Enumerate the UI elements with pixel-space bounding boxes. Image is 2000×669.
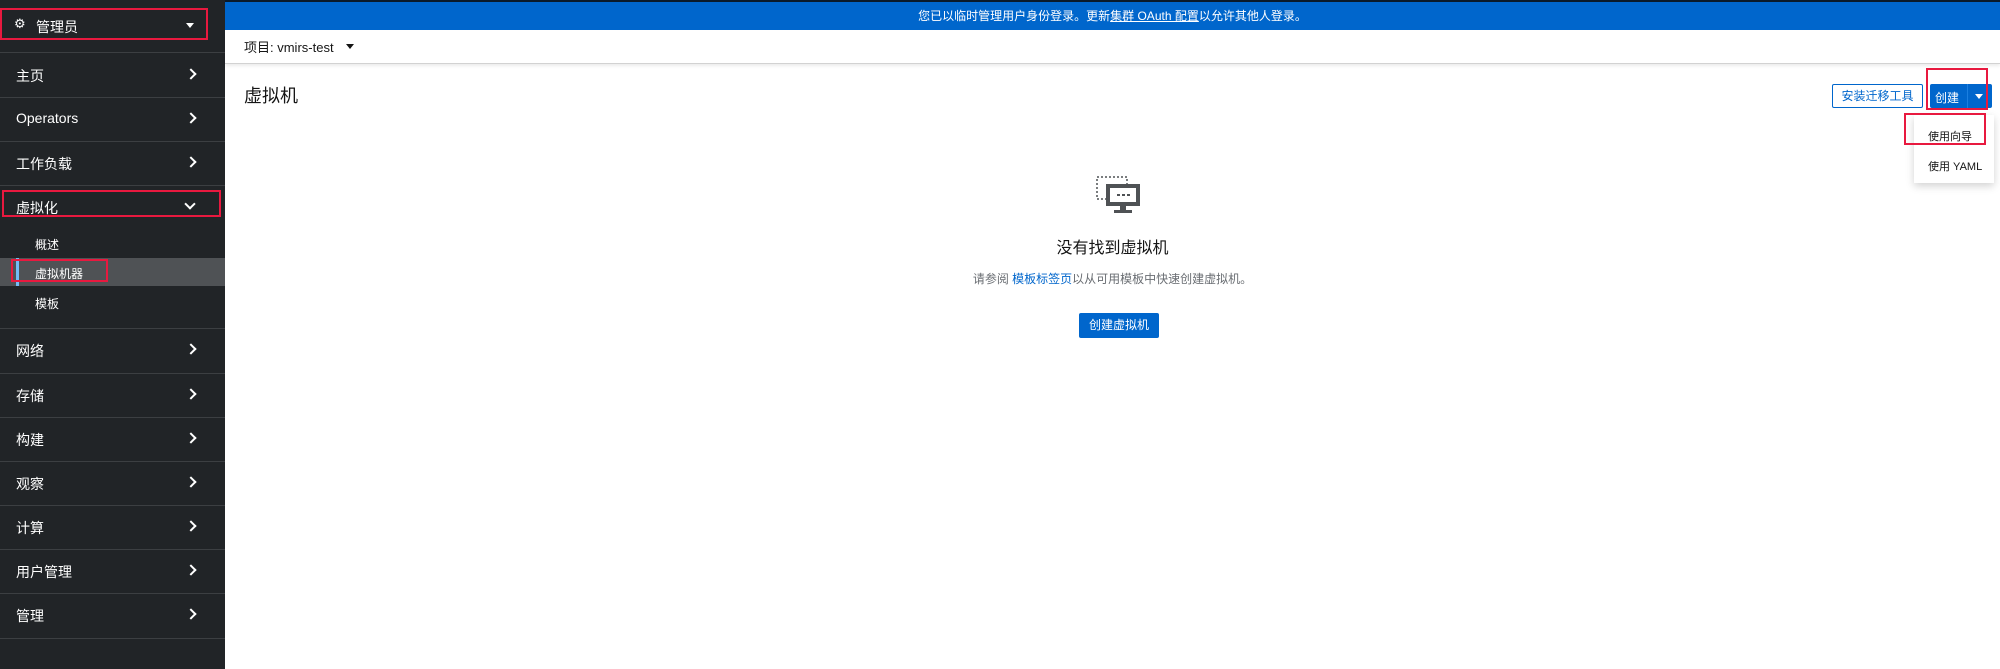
caret-down-icon bbox=[186, 23, 194, 28]
sidebar-item-label: 网络 bbox=[16, 343, 44, 359]
sidebar-item-label: 计算 bbox=[16, 520, 44, 536]
banner-text: 您已以临时管理用户身份登录。更新 bbox=[918, 9, 1111, 23]
sidebar-item-administration[interactable]: 管理 bbox=[0, 593, 225, 637]
banner-text-end: 以允许其他人登录。 bbox=[1198, 9, 1307, 23]
sidebar-item-builds[interactable]: 构建 bbox=[0, 417, 225, 461]
sidebar-subitem-templates[interactable]: 模板 bbox=[0, 288, 225, 316]
chevron-right-icon bbox=[185, 520, 197, 532]
create-button-label: 创建 bbox=[1935, 91, 1960, 105]
empty-state-title: 没有找到虚拟机 bbox=[1056, 240, 1169, 257]
project-bar: 项目: vmirs-test bbox=[225, 30, 2000, 64]
sidebar: ⚙ 管理员 主页 Operators 工作负载 虚拟化 概述 虚拟机器 模板 网… bbox=[0, 0, 225, 669]
chevron-right-icon bbox=[185, 68, 197, 80]
sidebar-item-label: 构建 bbox=[16, 432, 44, 448]
caret-down-icon[interactable] bbox=[346, 44, 354, 49]
oauth-config-link[interactable]: 集群 OAuth 配置 bbox=[1110, 9, 1199, 23]
sidebar-item-home[interactable]: 主页 bbox=[0, 53, 225, 97]
chevron-right-icon bbox=[185, 112, 197, 124]
sidebar-item-label: 用户管理 bbox=[16, 564, 72, 580]
create-dropdown-menu: 使用向导 使用 YAML bbox=[1914, 115, 1994, 183]
chevron-right-icon bbox=[185, 388, 197, 400]
divider bbox=[1967, 84, 1968, 108]
chevron-right-icon bbox=[185, 564, 197, 576]
sidebar-item-user-management[interactable]: 用户管理 bbox=[0, 549, 225, 593]
chevron-right-icon bbox=[185, 432, 197, 444]
empty-state-text: 请参阅 bbox=[972, 272, 1013, 286]
sidebar-item-workloads[interactable]: 工作负载 bbox=[0, 141, 225, 185]
cluster-banner: 您已以临时管理用户身份登录。更新集群 OAuth 配置以允许其他人登录。 bbox=[225, 0, 2000, 30]
sidebar-item-operators[interactable]: Operators bbox=[0, 97, 225, 141]
create-button[interactable]: 创建 bbox=[1930, 84, 1992, 108]
sidebar-item-virtualization[interactable]: 虚拟化 bbox=[0, 185, 225, 229]
sidebar-item-label: 虚拟化 bbox=[16, 200, 58, 216]
sidebar-subitem-label: 模板 bbox=[35, 297, 60, 311]
empty-state-text-end: 以从可用模板中快速创建虚拟机。 bbox=[1072, 272, 1253, 286]
divider bbox=[0, 638, 225, 639]
sidebar-item-compute[interactable]: 计算 bbox=[0, 505, 225, 549]
chevron-right-icon bbox=[185, 156, 197, 168]
sidebar-item-label: 存储 bbox=[16, 388, 44, 404]
chevron-right-icon bbox=[185, 476, 197, 488]
templates-tab-link[interactable]: 模板标签页 bbox=[1012, 272, 1072, 286]
perspective-label: 管理员 bbox=[36, 19, 78, 35]
sidebar-item-label: 工作负载 bbox=[16, 156, 72, 172]
perspective-switcher[interactable]: ⚙ 管理员 bbox=[0, 8, 208, 40]
install-migration-toolkit-button[interactable]: 安装迁移工具 bbox=[1832, 84, 1923, 108]
create-virtual-machine-button[interactable]: 创建虚拟机 bbox=[1079, 313, 1159, 338]
app: ⚙ 管理员 主页 Operators 工作负载 虚拟化 概述 虚拟机器 模板 网… bbox=[0, 0, 2000, 669]
sidebar-item-observe[interactable]: 观察 bbox=[0, 461, 225, 505]
menu-item-with-wizard[interactable]: 使用向导 bbox=[1914, 121, 1994, 147]
sidebar-item-networking[interactable]: 网络 bbox=[0, 328, 225, 372]
chevron-right-icon bbox=[185, 343, 197, 355]
sidebar-item-label: 观察 bbox=[16, 476, 44, 492]
virtual-machine-icon bbox=[1096, 176, 1140, 213]
menu-item-with-yaml[interactable]: 使用 YAML bbox=[1914, 151, 1994, 177]
sidebar-item-label: 主页 bbox=[16, 68, 44, 84]
sidebar-item-label: Operators bbox=[16, 110, 79, 126]
project-selector[interactable]: 项目: vmirs-test bbox=[244, 37, 334, 56]
empty-state-body: 请参阅 模板标签页以从可用模板中快速创建虚拟机。 bbox=[0, 270, 2000, 287]
sidebar-item-storage[interactable]: 存储 bbox=[0, 373, 225, 417]
chevron-down-icon bbox=[184, 198, 196, 210]
gears-icon: ⚙ bbox=[14, 16, 26, 31]
caret-down-icon[interactable] bbox=[1975, 94, 1983, 99]
page-title: 虚拟机 bbox=[244, 86, 298, 106]
sidebar-item-label: 管理 bbox=[16, 608, 44, 624]
chevron-right-icon bbox=[185, 608, 197, 620]
